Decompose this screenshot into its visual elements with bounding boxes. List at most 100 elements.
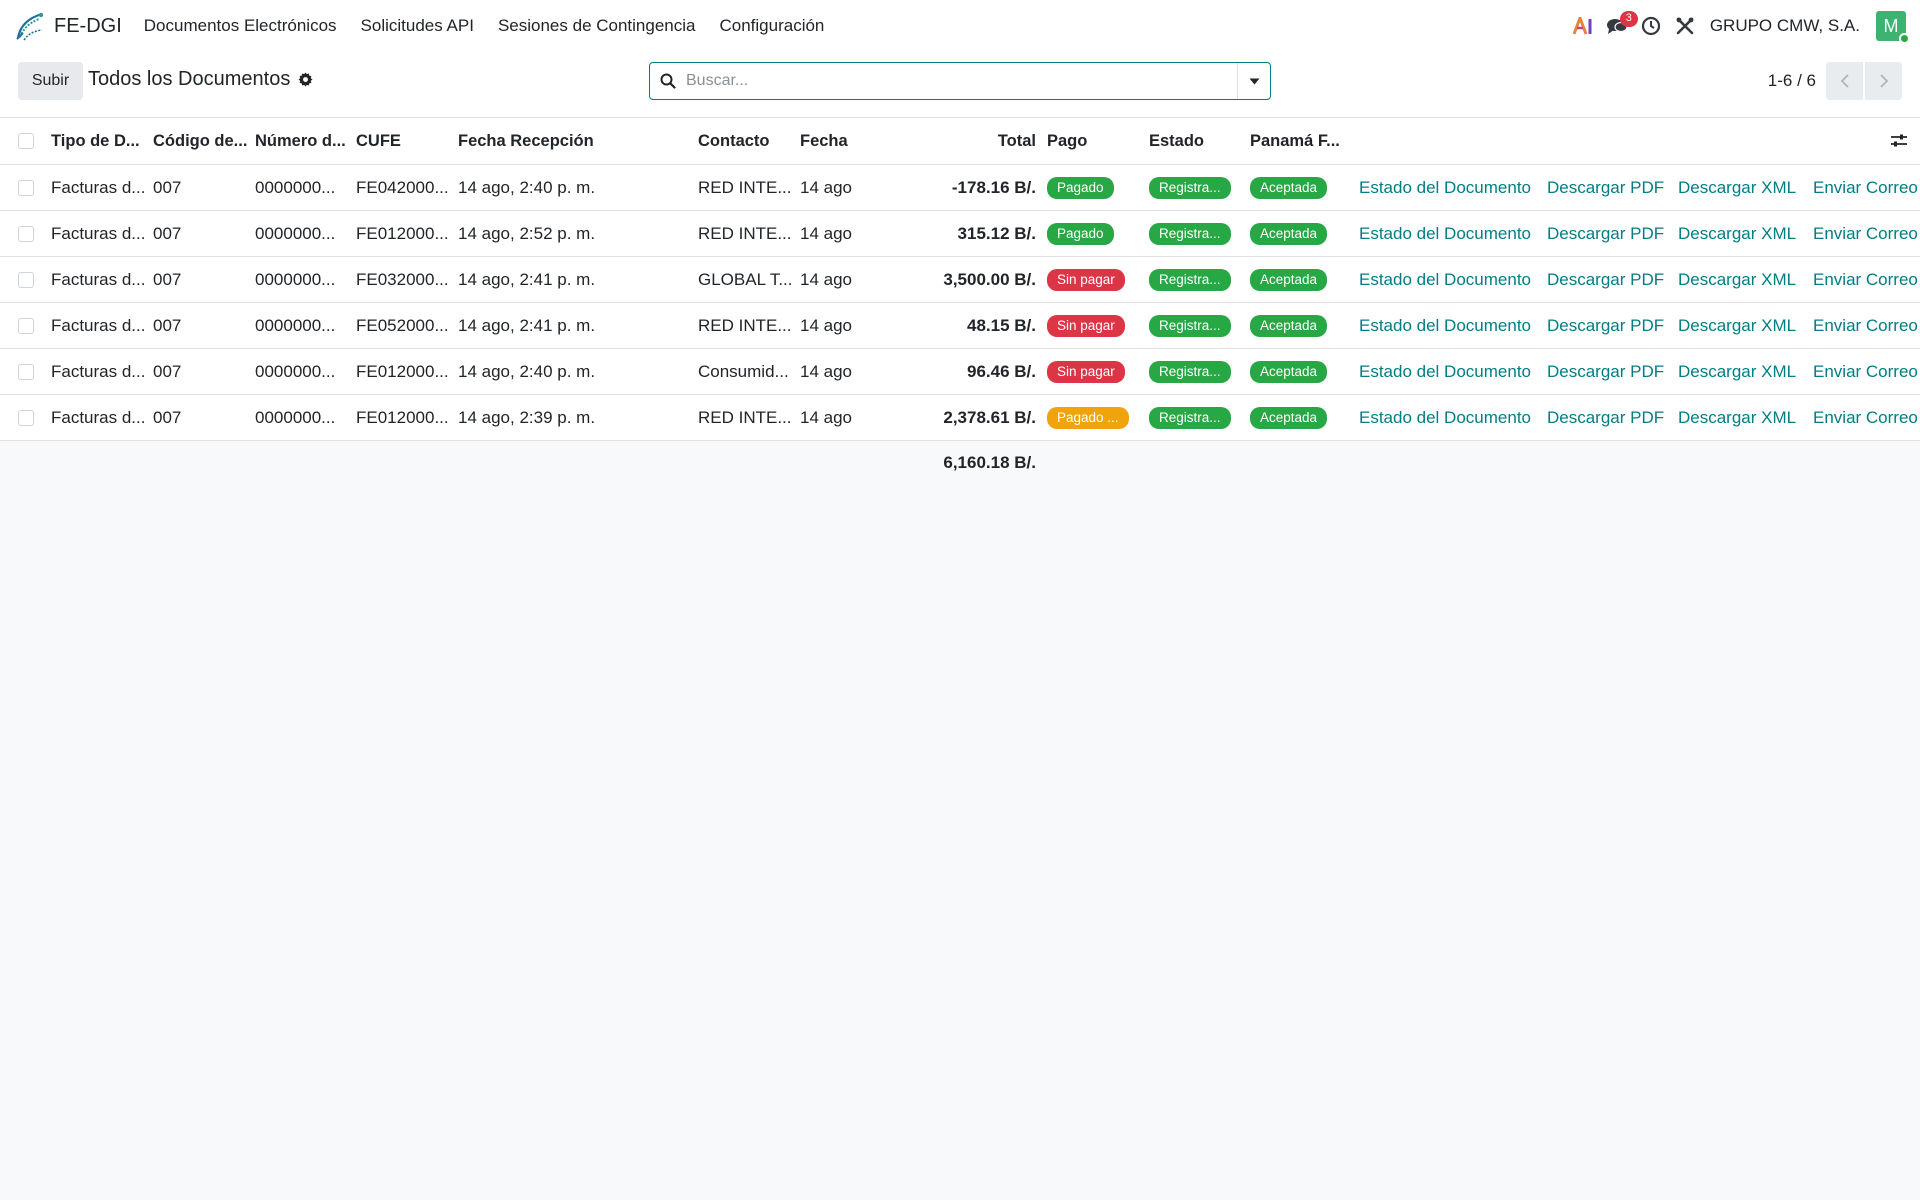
menu-item-solicitudes-api[interactable]: Solicitudes API	[349, 0, 486, 52]
column-header-cufe[interactable]: CUFE	[356, 118, 450, 164]
table-row[interactable]: Facturas d... 007 0000000... FE042000... 14 …	[0, 165, 1920, 211]
column-header-tipo[interactable]: Tipo de D...	[51, 118, 145, 164]
descargar-pdf-link[interactable]: Descargar PDF	[1547, 270, 1664, 290]
optional-columns-toggle[interactable]	[1890, 118, 1912, 164]
pager-prev-button[interactable]	[1826, 62, 1863, 100]
column-header-numero[interactable]: Número d...	[255, 118, 349, 164]
row-checkbox[interactable]	[18, 409, 34, 426]
row-checkbox-cell	[18, 395, 38, 440]
action-cell: Estado del Documento	[1359, 349, 1531, 394]
action-cell: Descargar XML	[1678, 257, 1796, 302]
panama-status-badge: Aceptada	[1250, 222, 1328, 245]
cell-panama: Aceptada	[1250, 211, 1342, 256]
table-row[interactable]: Facturas d... 007 0000000... FE012000... 14 …	[0, 211, 1920, 257]
estado-documento-link[interactable]: Estado del Documento	[1359, 270, 1531, 290]
enviar-correo-link[interactable]: Enviar Correo	[1813, 316, 1918, 336]
descargar-xml-link[interactable]: Descargar XML	[1678, 224, 1796, 244]
table-row[interactable]: Facturas d... 007 0000000... FE012000... 14 …	[0, 395, 1920, 441]
descargar-xml-link[interactable]: Descargar XML	[1678, 408, 1796, 428]
navbar-systray: 3 GRUPO CMW, S.A. M	[1566, 0, 1910, 52]
table-row[interactable]: Facturas d... 007 0000000... FE012000... 14 …	[0, 349, 1920, 395]
estado-documento-link[interactable]: Estado del Documento	[1359, 224, 1531, 244]
action-cell: Estado del Documento	[1359, 165, 1531, 210]
cell-tipo: Facturas d...	[51, 407, 145, 427]
column-header-contacto[interactable]: Contacto	[698, 118, 792, 164]
grand-total: 6,160.18 B/.	[943, 453, 1036, 472]
top-navbar: FE-DGI Documentos Electrónicos Solicitud…	[0, 0, 1920, 52]
tools-icon[interactable]	[1668, 0, 1702, 52]
row-checkbox[interactable]	[18, 225, 34, 242]
cell-fecha: 14 ago	[800, 269, 852, 289]
cell-tipo: Facturas d...	[51, 315, 145, 335]
pager: 1-6 / 6	[1768, 62, 1902, 100]
column-header-panama[interactable]: Panamá F...	[1250, 118, 1344, 164]
company-switcher[interactable]: GRUPO CMW, S.A.	[1710, 16, 1860, 36]
descargar-xml-link[interactable]: Descargar XML	[1678, 270, 1796, 290]
cell-codigo: 007	[153, 177, 182, 197]
descargar-pdf-link[interactable]: Descargar PDF	[1547, 316, 1664, 336]
estado-documento-link[interactable]: Estado del Documento	[1359, 362, 1531, 382]
documents-list: Tipo de D... Código de... Número d... CU…	[0, 118, 1920, 472]
descargar-pdf-link[interactable]: Descargar PDF	[1547, 178, 1664, 198]
cell-total: 3,500.00 B/.	[943, 269, 1036, 289]
cell-tipo: Facturas d...	[51, 177, 145, 197]
action-cell: Descargar PDF	[1547, 349, 1664, 394]
cell-numero: 0000000...	[255, 361, 336, 381]
column-header-total[interactable]: Total	[900, 118, 1036, 164]
cell-codigo: 007	[153, 407, 182, 427]
descargar-xml-link[interactable]: Descargar XML	[1678, 178, 1796, 198]
search-input[interactable]	[686, 64, 1237, 98]
descargar-pdf-link[interactable]: Descargar PDF	[1547, 408, 1664, 428]
table-row[interactable]: Facturas d... 007 0000000... FE052000... 14 …	[0, 303, 1920, 349]
cell-recepcion: 14 ago, 2:52 p. m.	[458, 223, 596, 243]
enviar-correo-link[interactable]: Enviar Correo	[1813, 224, 1918, 244]
app-brand[interactable]: FE-DGI	[14, 0, 122, 52]
pager-value[interactable]: 1-6 / 6	[1768, 71, 1816, 91]
estado-documento-link[interactable]: Estado del Documento	[1359, 408, 1531, 428]
enviar-correo-link[interactable]: Enviar Correo	[1813, 362, 1918, 382]
row-checkbox[interactable]	[18, 363, 34, 380]
descargar-xml-link[interactable]: Descargar XML	[1678, 362, 1796, 382]
row-checkbox[interactable]	[18, 271, 34, 288]
control-panel: Subir Todos los Documentos 1-6 / 6	[0, 52, 1920, 118]
descargar-xml-link[interactable]: Descargar XML	[1678, 316, 1796, 336]
user-avatar[interactable]: M	[1876, 11, 1910, 44]
column-header-codigo[interactable]: Código de...	[153, 118, 247, 164]
gear-icon[interactable]	[298, 72, 313, 87]
action-cell: Descargar PDF	[1547, 211, 1664, 256]
cell-panama: Aceptada	[1250, 303, 1342, 348]
menu-item-documentos[interactable]: Documentos Electrónicos	[132, 0, 349, 52]
pager-next-button[interactable]	[1865, 62, 1902, 100]
column-header-fecha-recepcion[interactable]: Fecha Recepción	[458, 118, 688, 164]
column-header-fecha[interactable]: Fecha	[800, 118, 894, 164]
clock-icon[interactable]	[1634, 0, 1668, 52]
fe-dgi-logo-icon	[14, 10, 46, 42]
enviar-correo-link[interactable]: Enviar Correo	[1813, 270, 1918, 290]
cell-estado: Registra...	[1149, 349, 1241, 394]
column-header-estado[interactable]: Estado	[1149, 118, 1243, 164]
row-checkbox[interactable]	[18, 179, 34, 196]
cell-fecha: 14 ago	[800, 177, 852, 197]
cell-pago: Pagado	[1047, 211, 1137, 256]
estado-status-badge: Registra...	[1149, 314, 1231, 337]
row-checkbox[interactable]	[18, 317, 34, 334]
main-menu: Documentos Electrónicos Solicitudes API …	[132, 0, 837, 52]
column-header-pago[interactable]: Pago	[1047, 118, 1141, 164]
table-row[interactable]: Facturas d... 007 0000000... FE032000... 14 …	[0, 257, 1920, 303]
upload-button[interactable]: Subir	[18, 62, 83, 100]
estado-documento-link[interactable]: Estado del Documento	[1359, 178, 1531, 198]
chat-icon[interactable]: 3	[1600, 0, 1638, 52]
descargar-pdf-link[interactable]: Descargar PDF	[1547, 362, 1664, 382]
cell-codigo: 007	[153, 315, 182, 335]
select-all-checkbox[interactable]	[18, 133, 34, 149]
descargar-pdf-link[interactable]: Descargar PDF	[1547, 224, 1664, 244]
action-cell: Descargar XML	[1678, 165, 1796, 210]
cell-total: -178.16 B/.	[951, 177, 1036, 197]
search-options-toggle[interactable]	[1237, 63, 1270, 99]
ai-icon[interactable]	[1566, 0, 1600, 52]
estado-documento-link[interactable]: Estado del Documento	[1359, 316, 1531, 336]
enviar-correo-link[interactable]: Enviar Correo	[1813, 408, 1918, 428]
enviar-correo-link[interactable]: Enviar Correo	[1813, 178, 1918, 198]
menu-item-sesiones-contingencia[interactable]: Sesiones de Contingencia	[486, 0, 708, 52]
menu-item-configuracion[interactable]: Configuración	[707, 0, 836, 52]
